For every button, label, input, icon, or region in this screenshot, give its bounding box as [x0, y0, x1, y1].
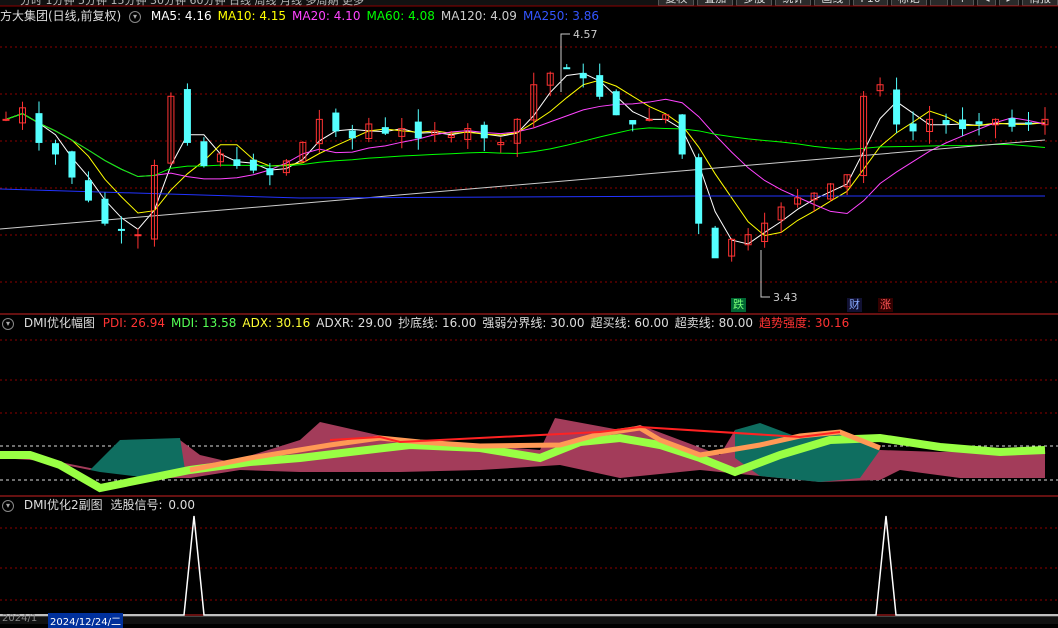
selection-signal-line: [0, 515, 1058, 616]
candle-body: [233, 159, 241, 166]
mdi-area-2: [735, 423, 880, 482]
candle-body: [2, 118, 10, 121]
candle-body: [35, 113, 43, 143]
candle-body: [711, 227, 719, 259]
candle-body: [348, 130, 356, 139]
candle-body: [480, 124, 488, 139]
candle-body: [645, 118, 653, 121]
candle-body: [678, 114, 686, 155]
candle-body: [266, 168, 274, 176]
chart-canvas[interactable]: 4.57 3.43: [0, 0, 1058, 623]
candle-body: [959, 119, 967, 130]
candle-body: [414, 121, 422, 139]
price-annotations: 4.57 3.43: [560, 28, 798, 304]
selection-signal-line: [0, 515, 1058, 616]
candle-body: [629, 120, 637, 125]
low-price-label: 3.43: [773, 291, 798, 304]
candle-body: [1008, 118, 1016, 127]
moving-average-line: [5, 113, 1046, 178]
candle-body: [579, 72, 587, 79]
moving-average-line: [5, 72, 1045, 245]
candle-body: [117, 228, 125, 231]
candle-body: [975, 121, 983, 125]
candle-body: [942, 120, 950, 125]
high-price-label: 4.57: [573, 28, 598, 41]
candle-body: [249, 159, 257, 171]
candle-body: [68, 151, 76, 178]
candle-body: [101, 198, 109, 224]
moving-average-lines: [0, 72, 1046, 245]
candle-body: [200, 141, 208, 167]
axis-start-label: 2024/1: [2, 613, 38, 624]
candle-body: [695, 157, 703, 224]
moving-average-line: [5, 79, 1046, 237]
candle-body: [183, 89, 191, 143]
high-price-pointer: [560, 33, 570, 92]
finance-signal-badge: 财: [847, 298, 862, 312]
candle-body: [1025, 122, 1033, 125]
candle-body: [332, 112, 340, 132]
candle-body: [51, 143, 59, 155]
rise-signal-badge: 涨: [878, 298, 893, 312]
candle-body: [381, 127, 389, 134]
candle-body: [596, 75, 604, 97]
candlesticks: [2, 63, 1049, 262]
candle-body: [84, 180, 92, 201]
crosshair-date-label: 2024/12/24/二: [48, 613, 124, 628]
candle-body: [134, 234, 142, 237]
drop-signal-badge: 跌: [731, 298, 746, 312]
candle-body: [563, 67, 571, 70]
candle-body: [612, 91, 620, 116]
ma250-line: [0, 188, 1045, 199]
candle-body: [893, 89, 901, 125]
dmi-areas: [0, 418, 1046, 493]
low-price-pointer: [760, 250, 770, 298]
candle-body: [909, 123, 917, 132]
